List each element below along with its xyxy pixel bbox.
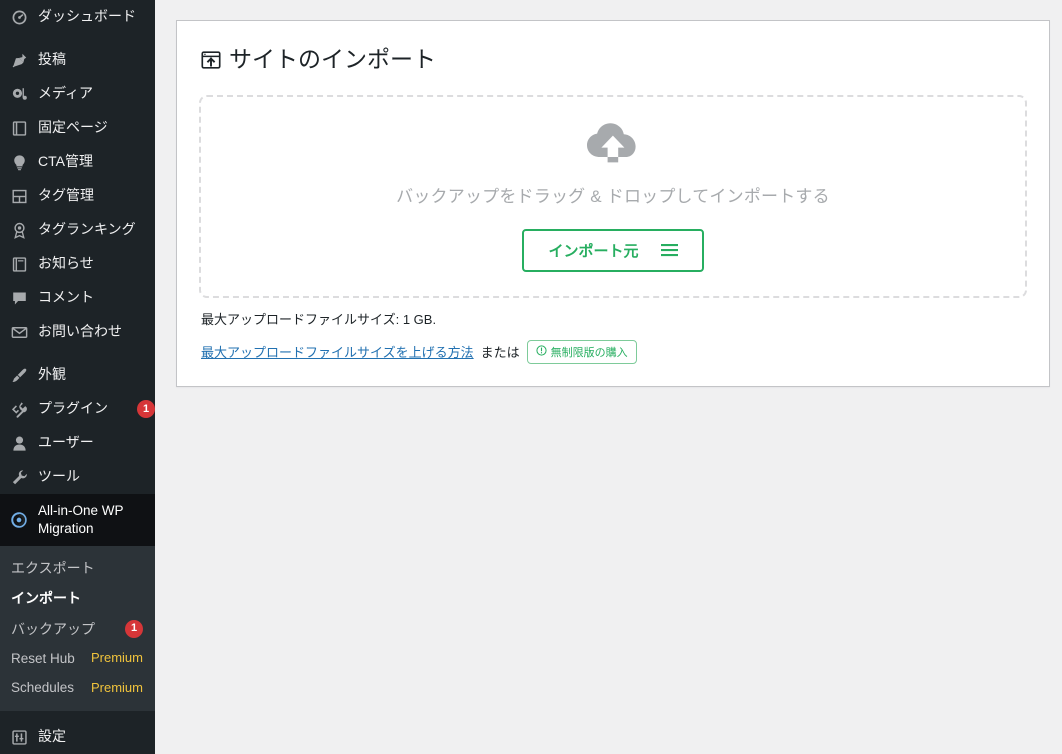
- sidebar-item-label: All-in-One WP Migration: [38, 503, 124, 536]
- sidebar-submenu: エクスポート インポート バックアップ 1 Reset Hub Premium Schedu…: [0, 546, 155, 712]
- sidebar-subitem-label: エクスポート: [11, 560, 95, 576]
- sidebar-item-label: 固定ページ: [38, 119, 108, 136]
- sidebar-subitem-label: バックアップ: [11, 620, 95, 637]
- sidebar-item-14[interactable]: ツール: [0, 460, 155, 494]
- comment-icon: [9, 288, 29, 308]
- sidebar-item-label: コメント: [38, 289, 94, 306]
- import-box-icon: [199, 48, 223, 72]
- import-from-button-label: インポート元: [548, 242, 639, 260]
- sidebar-item-label: ダッシュボード: [38, 8, 136, 25]
- sidebar-subitem-3[interactable]: バックアップ 1: [0, 614, 155, 644]
- sidebar-item-label: タグランキング: [38, 221, 136, 238]
- brush-icon: [9, 365, 29, 385]
- sidebar-item-label: 設定: [38, 728, 66, 745]
- import-from-button[interactable]: インポート元: [522, 228, 704, 272]
- page-title-text: サイトのインポート: [229, 46, 436, 72]
- pin-icon: [9, 50, 29, 70]
- wrench-icon: [9, 467, 29, 487]
- lightbulb-icon: [9, 152, 29, 172]
- buy-unlimited-badge[interactable]: 無制限版の購入: [526, 339, 637, 364]
- sidebar-item-6[interactable]: タグ管理: [0, 179, 155, 213]
- sidebar-item-11[interactable]: 外観: [0, 358, 155, 392]
- hamburger-icon: [660, 243, 678, 257]
- page-title: サイトのインポート: [199, 45, 1027, 75]
- sidebar-subitem-badge: 1: [125, 619, 143, 638]
- sidebar-subitem-1[interactable]: エクスポート: [0, 553, 155, 583]
- media-icon: [9, 84, 29, 104]
- plugin-icon: [9, 399, 29, 419]
- import-dropzone[interactable]: バックアップをドラッグ & ドロップしてインポートする インポート元: [199, 94, 1027, 298]
- sidebar-subitem-5[interactable]: Schedules Premium: [0, 673, 155, 703]
- cloud-upload-icon: [585, 121, 641, 168]
- sidebar-item-badge: 1: [137, 400, 155, 418]
- buy-unlimited-label: 無制限版の購入: [550, 346, 628, 359]
- info-circle-icon: [536, 345, 547, 359]
- sidebar-item-label: ツール: [38, 468, 80, 485]
- sidebar-item-9[interactable]: コメント: [0, 281, 155, 315]
- sidebar-item-label: お知らせ: [38, 255, 94, 272]
- sidebar-subitem-label: インポート: [11, 590, 81, 607]
- mail-icon: [9, 322, 29, 342]
- or-text: または: [480, 345, 520, 361]
- sidebar-item-7[interactable]: タグランキング: [0, 213, 155, 247]
- import-card: サイトのインポート バックアップをドラッグ & ドロップしてインポートする イン…: [176, 20, 1050, 387]
- main-content: サイトのインポート バックアップをドラッグ & ドロップしてインポートする イン…: [155, 0, 1062, 754]
- sidebar-subitem-4[interactable]: Reset Hub Premium: [0, 644, 155, 674]
- sidebar-item-label: 投稿: [38, 51, 66, 68]
- sidebar-item-12[interactable]: プラグイン 1: [0, 392, 155, 426]
- award-icon: [9, 220, 29, 240]
- help-row: 最大アップロードファイルサイズを上げる方法 または 無制限版の購入: [201, 339, 1027, 364]
- sidebar-subitem-label: Schedules: [11, 680, 75, 696]
- book-icon: [9, 254, 29, 274]
- sidebar-item-label: CTA管理: [38, 153, 93, 170]
- dashboard-icon: [9, 7, 29, 27]
- sidebar-item-10[interactable]: お問い合わせ: [0, 315, 155, 349]
- sidebar-item-3[interactable]: メディア: [0, 77, 155, 111]
- admin-sidebar: ダッシュボード 投稿メディア固定ページ CTA管理タグ管理タグランキング お知らせコメ…: [0, 0, 155, 754]
- sidebar-item-1[interactable]: ダッシュボード: [0, 0, 155, 34]
- aiowpm-icon: [9, 510, 29, 530]
- sidebar-item-label: メディア: [38, 85, 94, 102]
- sidebar-item-label: プラグイン: [38, 400, 108, 417]
- page-icon: [9, 118, 29, 138]
- sidebar-item-2[interactable]: 投稿: [0, 43, 155, 77]
- sidebar-item-label: ユーザー: [38, 434, 94, 451]
- sidebar-subitem-premium-tag: Premium: [90, 650, 143, 666]
- dropzone-text: バックアップをドラッグ & ドロップしてインポートする: [396, 186, 830, 206]
- sidebar-item-5[interactable]: CTA管理: [0, 145, 155, 179]
- sidebar-item-all-in-one-wp-migration[interactable]: All-in-One WP Migration: [0, 494, 155, 546]
- user-icon: [9, 433, 29, 453]
- sidebar-subitem-label: Reset Hub: [11, 650, 75, 666]
- sidebar-item-1[interactable]: 設定: [0, 720, 155, 754]
- sidebar-subitem-premium-tag: Premium: [90, 679, 143, 695]
- tag-grid-icon: [9, 186, 29, 206]
- max-upload-size-text: 最大アップロードファイルサイズ: 1 GB.: [201, 311, 437, 327]
- admin-screen: ダッシュボード 投稿メディア固定ページ CTA管理タグ管理タグランキング お知らせコメ…: [0, 0, 1062, 754]
- settings-icon: [9, 727, 29, 747]
- sidebar-item-label: 外観: [38, 366, 66, 383]
- sidebar-item-13[interactable]: ユーザー: [0, 426, 155, 460]
- sidebar-item-label: タグ管理: [38, 187, 94, 204]
- sidebar-item-8[interactable]: お知らせ: [0, 247, 155, 281]
- sidebar-item-4[interactable]: 固定ページ: [0, 111, 155, 145]
- sidebar-subitem-2[interactable]: インポート: [0, 583, 155, 613]
- increase-upload-size-link[interactable]: 最大アップロードファイルサイズを上げる方法: [201, 342, 474, 361]
- sidebar-item-label: お問い合わせ: [38, 323, 122, 340]
